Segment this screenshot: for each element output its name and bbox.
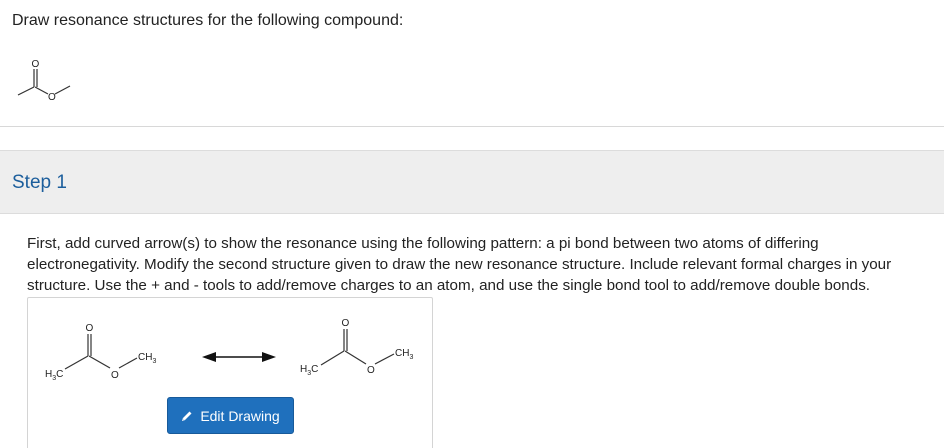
right-carbonyl-oxygen: O — [342, 318, 350, 329]
section-divider — [0, 126, 944, 127]
drawing-panel: O O H3C CH3 O O H3C CH3 Edit Drawing — [27, 297, 433, 448]
right-right-methyl-group: CH3 — [395, 348, 413, 361]
question-prompt: Draw resonance structures for the follow… — [12, 12, 404, 29]
step-header — [0, 150, 944, 214]
right-left-methyl-group: H3C — [300, 364, 318, 377]
pencil-icon — [182, 411, 192, 421]
left-carbonyl-oxygen: O — [86, 323, 94, 334]
resonance-double-arrow — [202, 352, 276, 362]
edit-drawing-label: Edit Drawing — [200, 407, 280, 424]
resonance-structures: O O H3C CH3 O O H3C CH3 — [45, 318, 413, 382]
right-methyl-group: CH3 — [138, 352, 156, 365]
step-instructions: First, add curved arrow(s) to show the r… — [27, 235, 892, 294]
edit-drawing-button[interactable]: Edit Drawing — [167, 397, 294, 434]
step-title: Step 1 — [12, 172, 67, 193]
left-structure-bonds — [64, 334, 138, 370]
question-structure-image: O O — [17, 59, 71, 103]
left-ester-oxygen: O — [111, 370, 119, 381]
right-ester-oxygen: O — [367, 365, 375, 376]
question-ester-oxygen: O — [48, 92, 56, 103]
left-methyl-group: H3C — [45, 369, 63, 382]
question-carbonyl-oxygen: O — [32, 59, 40, 70]
right-structure-bonds — [320, 329, 395, 366]
